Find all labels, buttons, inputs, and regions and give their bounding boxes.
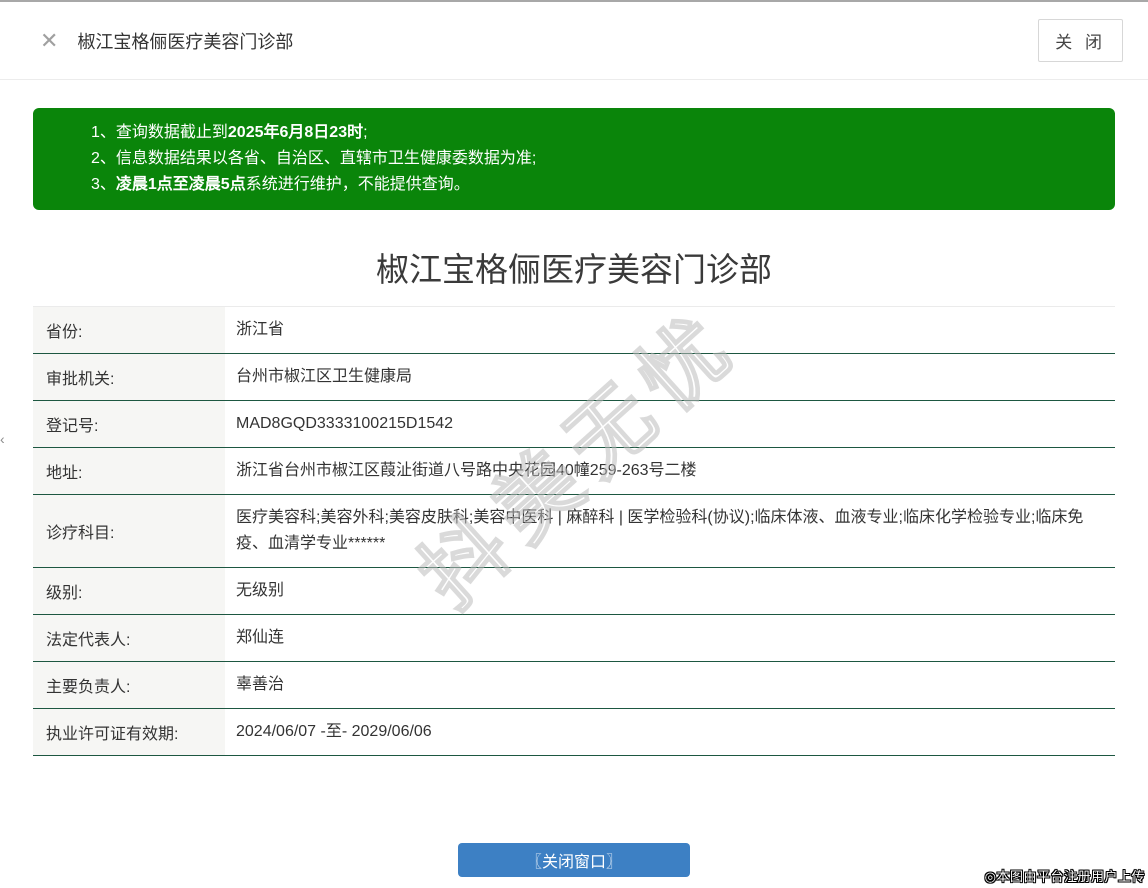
row-value: MAD8GQD3333100215D1542 (225, 401, 1115, 447)
top-bar: ✕ 椒江宝格俪医疗美容门诊部 关 闭 (0, 2, 1148, 80)
notice-text: 系统进行维护，不能提供查询。 (245, 176, 470, 193)
notice-bold-text: 2025年6月8日23时 (227, 124, 364, 141)
row-label: 审批机关: (33, 354, 225, 400)
table-row: 省份: 浙江省 (33, 307, 1115, 354)
row-value: 2024/06/07 -至- 2029/06/06 (225, 709, 1115, 755)
table-row: 审批机关: 台州市椒江区卫生健康局 (33, 354, 1115, 401)
notice-text: 3、 (91, 176, 116, 193)
row-label: 主要负责人: (33, 662, 225, 708)
row-label: 法定代表人: (33, 615, 225, 661)
row-label: 执业许可证有效期: (33, 709, 225, 755)
close-button[interactable]: 关 闭 (1038, 19, 1123, 62)
row-label: 级别: (33, 568, 225, 614)
row-value: 辜善治 (225, 662, 1115, 708)
table-row: 主要负责人: 辜善治 (33, 662, 1115, 709)
table-row: 级别: 无级别 (33, 568, 1115, 615)
close-x-icon[interactable]: ✕ (40, 29, 58, 52)
row-value: 无级别 (225, 568, 1115, 614)
row-value: 医疗美容科;美容外科;美容皮肤科;美容中医科 | 麻醉科 | 医学检验科(协议)… (225, 495, 1115, 567)
notice-line: 3、凌晨1点至凌晨5点系统进行维护，不能提供查询。 (91, 172, 1095, 198)
notice-text: 2、信息数据结果以各省、自治区、直辖市卫生健康委数据为准; (91, 150, 537, 167)
window-title: 椒江宝格俪医疗美容门诊部 (77, 31, 294, 52)
row-value: 郑仙连 (225, 615, 1115, 661)
notice-line: 2、信息数据结果以各省、自治区、直辖市卫生健康委数据为准; (91, 146, 1095, 172)
left-edge-arrow-icon: ‹ (0, 431, 5, 447)
table-row: 登记号: MAD8GQD3333100215D1542 (33, 401, 1115, 448)
row-label: 地址: (33, 448, 225, 494)
notice-text: 1、查询数据截止到 (91, 124, 228, 141)
row-label: 省份: (33, 307, 225, 353)
table-row: 诊疗科目: 医疗美容科;美容外科;美容皮肤科;美容中医科 | 麻醉科 | 医学检… (33, 495, 1115, 568)
table-row: 地址: 浙江省台州市椒江区葭沚街道八号路中央花园40幢259-263号二楼 (33, 448, 1115, 495)
row-value: 浙江省 (225, 307, 1115, 353)
row-label: 登记号: (33, 401, 225, 447)
row-value: 台州市椒江区卫生健康局 (225, 354, 1115, 400)
table-row: 执业许可证有效期: 2024/06/07 -至- 2029/06/06 (33, 709, 1115, 756)
table-row: 法定代表人: 郑仙连 (33, 615, 1115, 662)
close-window-button[interactable]: 〖关闭窗口〗 (458, 843, 690, 877)
row-label: 诊疗科目: (33, 495, 225, 567)
details-table: 省份: 浙江省 审批机关: 台州市椒江区卫生健康局 登记号: MAD8GQD33… (33, 306, 1115, 756)
notice-box: 1、查询数据截止到2025年6月8日23时; 2、信息数据结果以各省、自治区、直… (33, 108, 1115, 210)
page-title: 椒江宝格俪医疗美容门诊部 (376, 251, 772, 288)
upload-stamp-text: ◎本图由平台注册用户上传 (984, 869, 1145, 884)
row-value: 浙江省台州市椒江区葭沚街道八号路中央花园40幢259-263号二楼 (225, 448, 1115, 494)
notice-text: ; (363, 124, 368, 141)
notice-bold-text: 凌晨1点至凌晨5点 (115, 176, 246, 193)
notice-line: 1、查询数据截止到2025年6月8日23时; (91, 120, 1095, 146)
